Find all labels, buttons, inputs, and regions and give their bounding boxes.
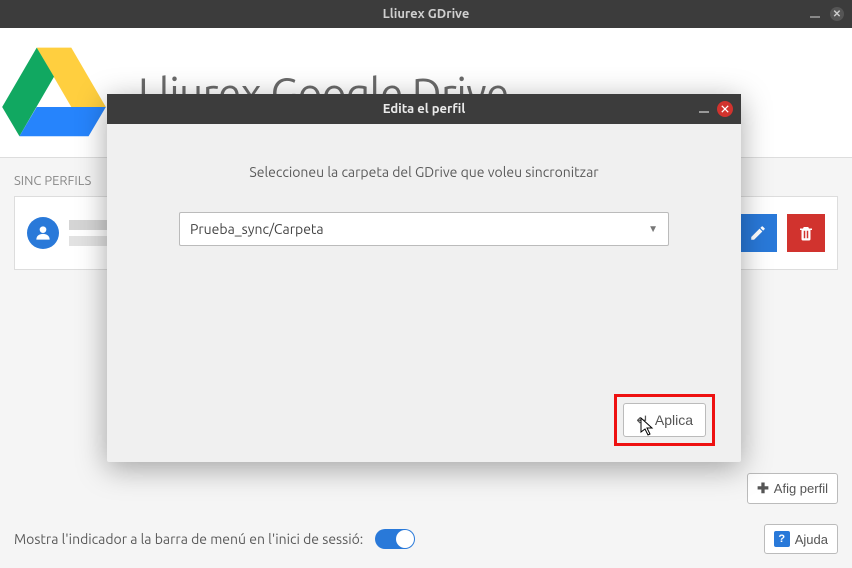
help-icon: ? bbox=[774, 531, 790, 547]
minimize-icon[interactable] bbox=[810, 16, 820, 18]
trash-icon bbox=[797, 224, 815, 242]
apply-highlight: ↵ Aplica bbox=[614, 394, 715, 446]
enter-icon: ↵ bbox=[636, 411, 649, 429]
close-icon[interactable]: ✕ bbox=[830, 7, 844, 21]
apply-label: Aplica bbox=[655, 412, 693, 428]
plus-icon: ✚ bbox=[757, 480, 769, 497]
dialog-title: Edita el perfil bbox=[383, 102, 466, 116]
main-window-title: Lliurex GDrive bbox=[383, 7, 470, 21]
main-titlebar: Lliurex GDrive ✕ bbox=[0, 0, 852, 28]
account-icon bbox=[27, 217, 59, 249]
toggle-knob bbox=[396, 530, 414, 548]
dialog-minimize-icon[interactable] bbox=[699, 111, 709, 113]
dialog-titlebar: Edita el perfil bbox=[107, 94, 741, 124]
add-profile-label: Afig perfil bbox=[774, 481, 828, 496]
help-label: Ajuda bbox=[795, 532, 828, 547]
dialog-instruction: Seleccioneu la carpeta del GDrive que vo… bbox=[143, 164, 705, 180]
edit-profile-dialog: Edita el perfil Seleccioneu la carpeta d… bbox=[107, 94, 741, 462]
help-button[interactable]: ? Ajuda bbox=[764, 524, 838, 554]
apply-button[interactable]: ↵ Aplica bbox=[623, 403, 706, 437]
add-profile-button[interactable]: ✚ Afig perfil bbox=[747, 473, 838, 504]
indicator-toggle[interactable] bbox=[375, 529, 415, 549]
edit-profile-button[interactable] bbox=[739, 214, 777, 252]
indicator-label: Mostra l'indicador a la barra de menú en… bbox=[14, 531, 363, 547]
pencil-icon bbox=[749, 224, 767, 242]
folder-select[interactable]: Prueba_sync/Carpeta ▼ bbox=[179, 212, 669, 246]
chevron-down-icon: ▼ bbox=[648, 223, 658, 235]
folder-select-value: Prueba_sync/Carpeta bbox=[190, 221, 324, 237]
dialog-close-button[interactable] bbox=[717, 101, 733, 117]
gdrive-logo-icon bbox=[0, 39, 108, 147]
delete-profile-button[interactable] bbox=[787, 214, 825, 252]
